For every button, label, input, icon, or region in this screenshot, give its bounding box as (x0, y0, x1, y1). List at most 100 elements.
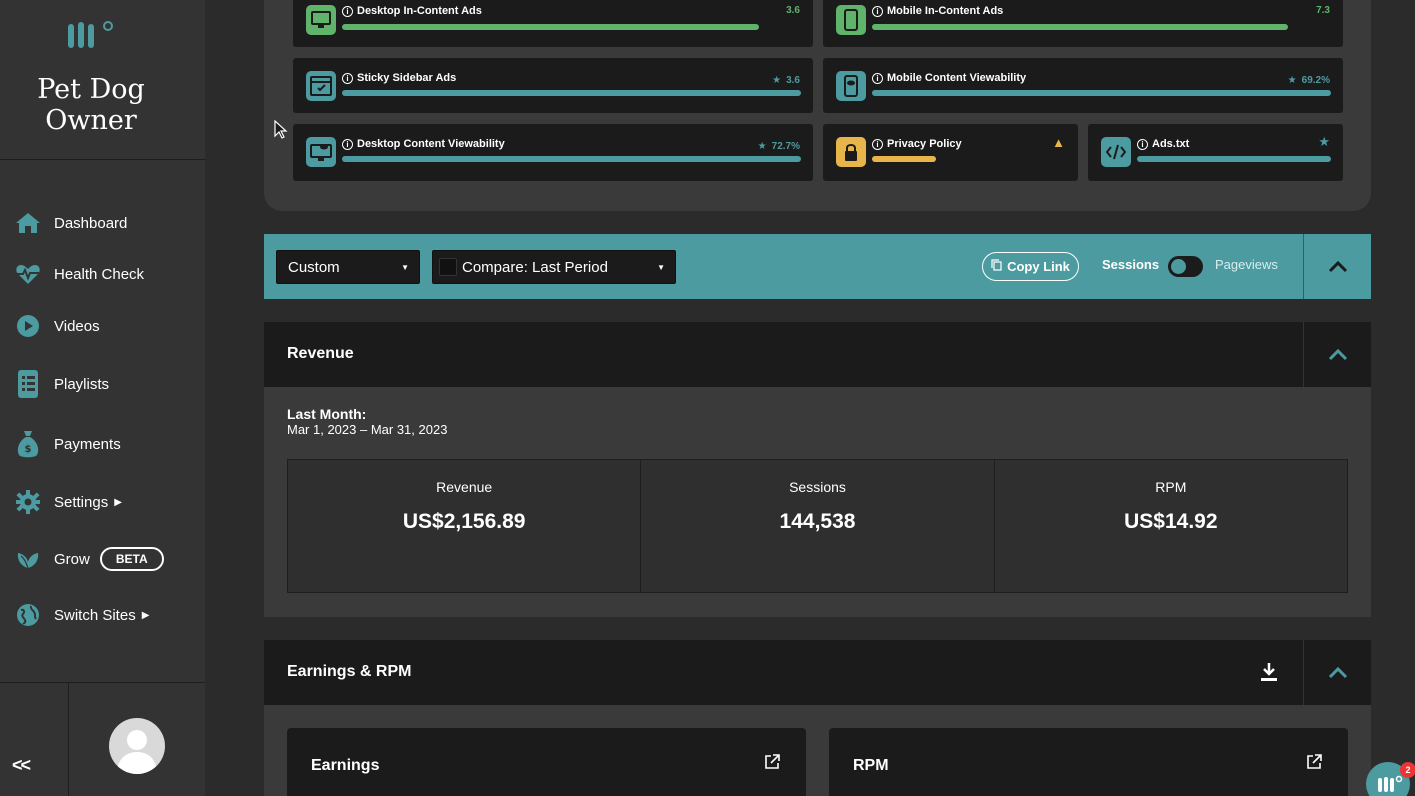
period-range: Mar 1, 2023 – Mar 31, 2023 (287, 422, 448, 437)
beta-badge: BETA (99, 547, 164, 571)
sidebar-item-label: Switch Sites (54, 606, 136, 624)
sidebar-item-switch-sites[interactable]: Switch Sites ▶ (14, 600, 149, 630)
stat-rpm: RPM US$14.92 (995, 460, 1347, 592)
info-icon[interactable]: i (342, 72, 353, 84)
info-icon[interactable]: i (342, 138, 353, 150)
card-score-value: 72.7% (771, 141, 800, 152)
earnings-collapse-button[interactable] (1303, 640, 1371, 705)
card-title: Earnings (311, 757, 380, 774)
chat-launcher-button[interactable]: 2 (1366, 762, 1415, 796)
card-title: i Ads.txt (1137, 138, 1189, 150)
mouse-cursor-icon (274, 119, 288, 145)
card-title: RPM (853, 757, 889, 774)
info-icon[interactable]: i (872, 72, 883, 84)
star-icon: ★ (1318, 134, 1330, 149)
card-title-text: Desktop In-Content Ads (357, 5, 482, 17)
toggle-sessions-label[interactable]: Sessions (1102, 257, 1159, 272)
sidebar-item-playlists[interactable]: Playlists (14, 369, 109, 399)
health-card-sticky-sidebar-ads[interactable]: i Sticky Sidebar Ads ★ 3.6 (293, 58, 813, 113)
sidebar-item-videos[interactable]: Videos (14, 311, 100, 341)
info-icon[interactable]: i (872, 138, 883, 150)
score-bar (872, 90, 1331, 96)
card-title-text: Ads.txt (1152, 138, 1190, 150)
sidebar-item-payments[interactable]: $ Payments (14, 429, 121, 459)
code-icon (1101, 137, 1131, 167)
copy-icon (991, 259, 1002, 274)
date-range-select[interactable]: Custom ▼ (276, 250, 420, 284)
score-bar (872, 24, 1288, 30)
compare-select[interactable]: Compare: Last Period ▼ (432, 250, 676, 284)
score-bar (342, 24, 759, 30)
info-icon[interactable]: i (342, 5, 353, 17)
sessions-pageviews-toggle[interactable] (1168, 256, 1203, 277)
card-title: i Mobile Content Viewability (872, 72, 1026, 84)
card-title-text: Sticky Sidebar Ads (357, 72, 457, 84)
score-bar (342, 90, 801, 96)
card-title: i Mobile In-Content Ads (872, 5, 1003, 17)
collapse-sidebar-button[interactable]: << (12, 755, 31, 776)
health-card-desktop-content-viewability[interactable]: i Desktop Content Viewability ★ 72.7% (293, 124, 813, 181)
brand-logo[interactable] (66, 18, 116, 50)
stat-label: Revenue (436, 479, 493, 495)
heartbeat-icon (14, 260, 42, 288)
revenue-section-header: Revenue (264, 322, 1371, 387)
filter-collapse-button[interactable] (1303, 234, 1371, 299)
sidebar-item-grow[interactable]: Grow BETA (14, 544, 164, 574)
caret-right-icon: ▶ (141, 609, 150, 621)
card-title: i Desktop In-Content Ads (342, 5, 482, 17)
sidebar-item-settings[interactable]: Settings ▶ (14, 487, 122, 517)
health-card-mobile-in-content-ads[interactable]: i Mobile In-Content Ads 7.3 (823, 0, 1343, 47)
site-name: Pet Dog Owner (0, 74, 182, 136)
star-icon: ★ (757, 141, 767, 152)
card-score-value: 3.6 (786, 75, 800, 86)
card-title: i Desktop Content Viewability (342, 138, 505, 150)
health-card-ads-txt[interactable]: i Ads.txt ★ (1088, 124, 1343, 181)
rpm-card: RPM (829, 728, 1348, 796)
stat-sessions: Sessions 144,538 (641, 460, 995, 592)
revenue-collapse-button[interactable] (1303, 322, 1371, 387)
toggle-pageviews-label[interactable]: Pageviews (1215, 257, 1278, 272)
lock-icon (836, 137, 866, 167)
sidebar-item-label: Playlists (54, 375, 110, 393)
play-icon (14, 312, 42, 340)
mobile-icon (836, 5, 866, 35)
dropdown-arrow-icon: ▼ (657, 262, 665, 272)
list-icon (14, 370, 42, 398)
revenue-stats: Revenue US$2,156.89 Sessions 144,538 RPM… (287, 459, 1348, 593)
card-title-text: Privacy Policy (887, 138, 962, 150)
chevron-up-icon (1328, 348, 1347, 360)
download-icon[interactable] (1260, 662, 1278, 687)
external-link-icon[interactable] (1306, 754, 1322, 775)
stat-revenue: Revenue US$2,156.89 (288, 460, 642, 592)
sidebar-item-label: Payments (54, 435, 121, 453)
info-icon[interactable]: i (872, 5, 883, 17)
card-title-text: Desktop Content Viewability (357, 138, 505, 150)
desktop-eye-icon (306, 137, 336, 167)
external-link-icon[interactable] (764, 754, 780, 775)
leaf-icon (14, 545, 42, 573)
health-card-mobile-content-viewability[interactable]: i Mobile Content Viewability ★ 69.2% (823, 58, 1343, 113)
score-bar (872, 156, 936, 162)
avatar[interactable] (109, 718, 165, 774)
copy-link-button[interactable]: Copy Link (982, 252, 1079, 281)
compare-value: Compare: Last Period (462, 258, 608, 276)
stat-value: US$2,156.89 (402, 510, 526, 533)
toggle-knob (1171, 259, 1186, 274)
health-card-desktop-in-content-ads[interactable]: i Desktop In-Content Ads 3.6 (293, 0, 813, 47)
card-score-value: 3.6 (786, 5, 800, 16)
sidebar-item-dashboard[interactable]: Dashboard (14, 208, 127, 238)
health-card-privacy-policy[interactable]: i Privacy Policy ▲ (823, 124, 1078, 181)
copy-link-label: Copy Link (1007, 259, 1070, 274)
score-bar (1137, 156, 1331, 162)
card-score-value: 7.3 (1316, 5, 1330, 16)
info-icon[interactable]: i (1137, 138, 1148, 150)
sidebar-item-health-check[interactable]: Health Check (14, 259, 144, 289)
earnings-section-header: Earnings & RPM (264, 640, 1371, 705)
sidebar-item-label: Settings (54, 493, 109, 511)
svg-text:$: $ (25, 444, 32, 455)
compare-color-swatch[interactable] (439, 258, 457, 276)
globe-icon (14, 601, 42, 629)
card-title: i Sticky Sidebar Ads (342, 72, 456, 84)
card-score: 3.6 (786, 5, 800, 16)
notification-badge: 2 (1400, 762, 1415, 778)
